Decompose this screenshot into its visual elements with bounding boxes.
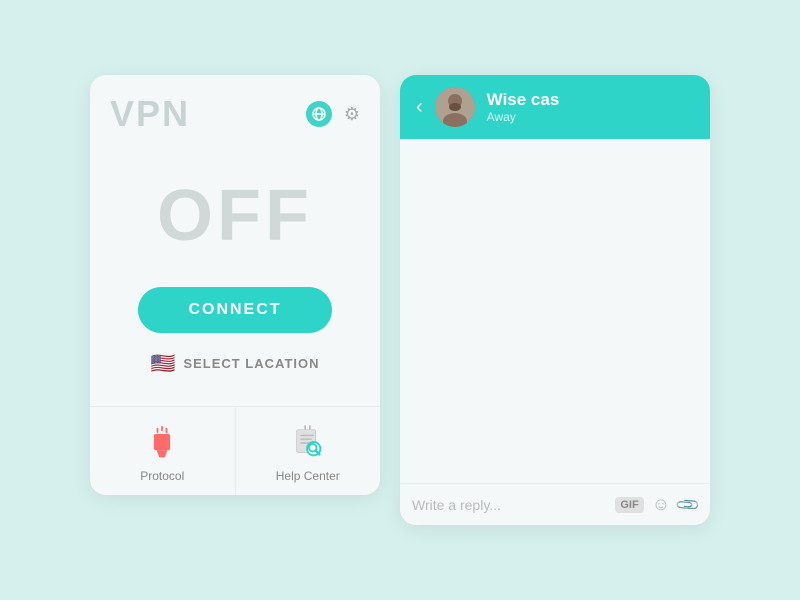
chat-info: Wise cas Away bbox=[487, 90, 560, 124]
protocol-label: Protocol bbox=[140, 469, 184, 483]
chat-input[interactable] bbox=[412, 497, 607, 513]
chat-avatar bbox=[435, 87, 475, 127]
protocol-icon bbox=[144, 425, 180, 461]
contact-name: Wise cas bbox=[487, 90, 560, 110]
vpn-header-icons: ⚙ bbox=[306, 101, 360, 127]
select-location-label: SELECT LACATION bbox=[183, 356, 319, 371]
main-container: VPN ⚙ OFF CONNECT 🇺🇸 SELECT LACATION bbox=[90, 75, 710, 525]
help-center-label: Help Center bbox=[276, 469, 340, 483]
protocol-tab[interactable]: Protocol bbox=[90, 407, 236, 495]
chat-header: ‹ Wise cas Away bbox=[400, 75, 710, 139]
help-center-icon-container bbox=[288, 423, 328, 463]
contact-status: Away bbox=[487, 110, 560, 124]
vpn-status-area: OFF CONNECT 🇺🇸 SELECT LACATION bbox=[90, 145, 380, 406]
back-button[interactable]: ‹ bbox=[416, 96, 423, 119]
vpn-status-text: OFF bbox=[157, 175, 313, 257]
globe-icon[interactable] bbox=[306, 101, 332, 127]
vpn-footer: Protocol bbox=[90, 406, 380, 495]
emoji-button[interactable]: ☺ bbox=[652, 494, 670, 515]
chat-messages-area bbox=[400, 139, 710, 483]
attach-button[interactable]: 📎 bbox=[674, 490, 702, 518]
chat-card: ‹ Wise cas Away GIF ☺ 📎 bbox=[400, 75, 710, 525]
connect-button[interactable]: CONNECT bbox=[138, 287, 331, 333]
vpn-title: VPN bbox=[110, 93, 190, 135]
chat-footer: GIF ☺ 📎 bbox=[400, 483, 710, 525]
settings-icon[interactable]: ⚙ bbox=[344, 104, 360, 125]
flag-icon: 🇺🇸 bbox=[151, 351, 176, 376]
select-location-button[interactable]: 🇺🇸 SELECT LACATION bbox=[151, 351, 320, 376]
help-center-icon bbox=[289, 424, 327, 462]
gif-button[interactable]: GIF bbox=[615, 497, 643, 513]
help-center-tab[interactable]: Help Center bbox=[236, 407, 381, 495]
vpn-header: VPN ⚙ bbox=[90, 75, 380, 145]
vpn-card: VPN ⚙ OFF CONNECT 🇺🇸 SELECT LACATION bbox=[90, 75, 380, 495]
protocol-icon-container bbox=[142, 423, 182, 463]
